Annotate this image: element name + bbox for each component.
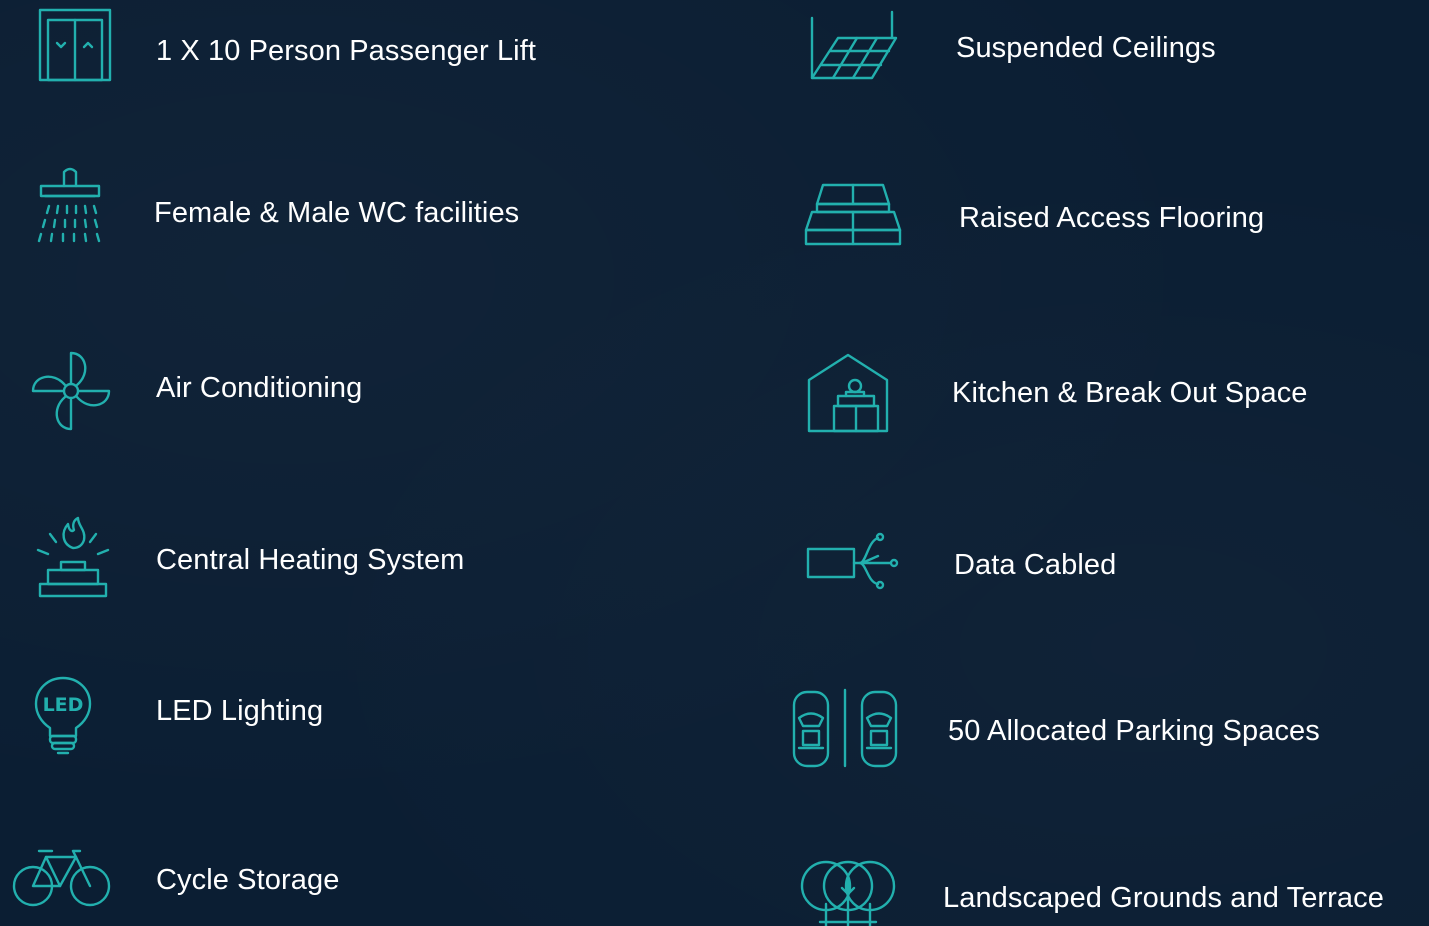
led-bulb-icon: LED	[34, 676, 92, 758]
bicycle-icon	[12, 848, 114, 910]
feature-label: Raised Access Flooring	[959, 202, 1265, 234]
feature-label: Female & Male WC facilities	[154, 197, 520, 229]
feature-label: Central Heating System	[156, 544, 465, 576]
kitchen-house-icon	[806, 352, 890, 434]
feature-label: 1 X 10 Person Passenger Lift	[156, 35, 537, 67]
feature-label: Suspended Ceilings	[956, 32, 1216, 64]
data-cable-icon	[806, 532, 900, 590]
fan-icon	[30, 350, 112, 432]
trees-icon	[800, 858, 900, 926]
floor-panels-icon	[803, 182, 903, 248]
feature-label: 50 Allocated Parking Spaces	[948, 715, 1320, 747]
feature-label: Data Cabled	[954, 549, 1117, 581]
parking-cars-icon	[792, 688, 900, 770]
feature-label: LED Lighting	[156, 695, 324, 727]
feature-label: Air Conditioning	[156, 372, 363, 404]
ceiling-grid-icon	[808, 8, 900, 84]
shower-icon	[35, 166, 105, 250]
feature-label: Cycle Storage	[156, 864, 340, 896]
lift-icon	[38, 8, 112, 82]
feature-label: Landscaped Grounds and Terrace	[943, 882, 1384, 914]
heating-icon	[34, 516, 112, 600]
led-icon-text: LED	[43, 694, 84, 716]
feature-label: Kitchen & Break Out Space	[952, 377, 1308, 409]
